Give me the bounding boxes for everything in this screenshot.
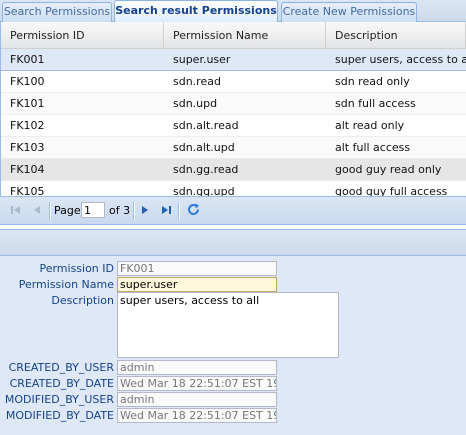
page-number-input[interactable] [81, 202, 105, 218]
cell-permission-id: FK100 [10, 75, 45, 88]
cell-permission-name: sdn.alt.read [173, 119, 239, 132]
created-by-date-label: CREATED_BY_DATE [9, 377, 114, 390]
cell-permission-id: FK101 [10, 97, 45, 110]
cell-permission-id: FK103 [10, 141, 45, 154]
tab-create-new-permissions[interactable]: Create New Permissions [281, 2, 417, 22]
table-row[interactable]: FK100 sdn.read sdn read only [1, 71, 466, 93]
cell-description: super users, access to all [335, 53, 466, 66]
permission-name-label: Permission Name [18, 278, 114, 291]
cell-permission-name: super.user [173, 53, 231, 66]
first-page-icon[interactable] [10, 204, 22, 216]
detail-panel-header [0, 229, 466, 256]
created-by-date-field[interactable]: Wed Mar 18 22:51:07 EST 1970 [117, 376, 277, 391]
cell-description: good guy read only [335, 163, 442, 176]
description-label: Description [51, 294, 114, 307]
table-row[interactable]: FK001 super.user super users, access to … [1, 49, 466, 71]
created-by-user-field[interactable]: admin [117, 360, 277, 375]
table-row[interactable]: FK101 sdn.upd sdn full access [1, 93, 466, 115]
page-count-label: of 3 [109, 204, 131, 217]
cell-permission-name: sdn.read [173, 75, 221, 88]
tab-strip: Search Permissions Search result Permiss… [0, 0, 466, 23]
results-grid: Permission ID Permission Name Descriptio… [0, 22, 466, 196]
toolbar-separator [178, 202, 180, 219]
cell-description: alt full access [335, 141, 411, 154]
created-by-user-label: CREATED_BY_USER [8, 361, 114, 374]
modified-by-date-field[interactable]: Wed Mar 18 22:51:07 EST 1970 [117, 408, 277, 423]
cell-description: sdn full access [335, 97, 416, 110]
column-header-description[interactable]: Description [326, 22, 466, 48]
cell-permission-id: FK001 [10, 53, 45, 66]
description-textarea[interactable]: super users, access to all [117, 292, 339, 358]
modified-by-user-label: MODIFIED_BY_USER [4, 393, 114, 406]
cell-permission-id: FK102 [10, 119, 45, 132]
tab-search-result-permissions[interactable]: Search result Permissions [114, 0, 278, 23]
next-page-icon[interactable] [139, 204, 151, 216]
table-row[interactable]: FK103 sdn.alt.upd alt full access [1, 137, 466, 159]
modified-by-date-label: MODIFIED_BY_DATE [5, 409, 114, 422]
modified-by-user-field[interactable]: admin [117, 392, 277, 407]
cell-permission-id: FK105 [10, 185, 45, 196]
permission-id-label: Permission ID [39, 262, 114, 275]
tab-search-permissions[interactable]: Search Permissions [2, 2, 112, 22]
paging-toolbar: Page of 3 [0, 196, 466, 225]
page-label: Page [54, 204, 81, 217]
cell-permission-name: sdn.gg.upd [173, 185, 235, 196]
prev-page-icon[interactable] [31, 204, 43, 216]
last-page-icon[interactable] [160, 204, 172, 216]
refresh-icon[interactable] [186, 202, 201, 217]
cell-permission-name: sdn.gg.read [173, 163, 239, 176]
column-header-permission-name[interactable]: Permission Name [164, 22, 326, 48]
cell-permission-name: sdn.alt.upd [173, 141, 235, 154]
table-row[interactable]: FK102 sdn.alt.read alt read only [1, 115, 466, 137]
permission-id-field[interactable]: FK001 [117, 261, 277, 276]
cell-description: good guy full access [335, 185, 448, 196]
toolbar-separator [133, 202, 135, 219]
cell-description: alt read only [335, 119, 405, 132]
column-header-permission-id[interactable]: Permission ID [1, 22, 164, 48]
permission-name-field[interactable]: super.user [117, 277, 277, 292]
grid-header: Permission ID Permission Name Descriptio… [1, 22, 466, 49]
table-row[interactable]: FK105 sdn.gg.upd good guy full access [1, 181, 466, 196]
table-row[interactable]: FK104 sdn.gg.read good guy read only [1, 159, 466, 181]
cell-description: sdn read only [335, 75, 410, 88]
cell-permission-name: sdn.upd [173, 97, 218, 110]
cell-permission-id: FK104 [10, 163, 45, 176]
toolbar-separator [49, 202, 51, 219]
